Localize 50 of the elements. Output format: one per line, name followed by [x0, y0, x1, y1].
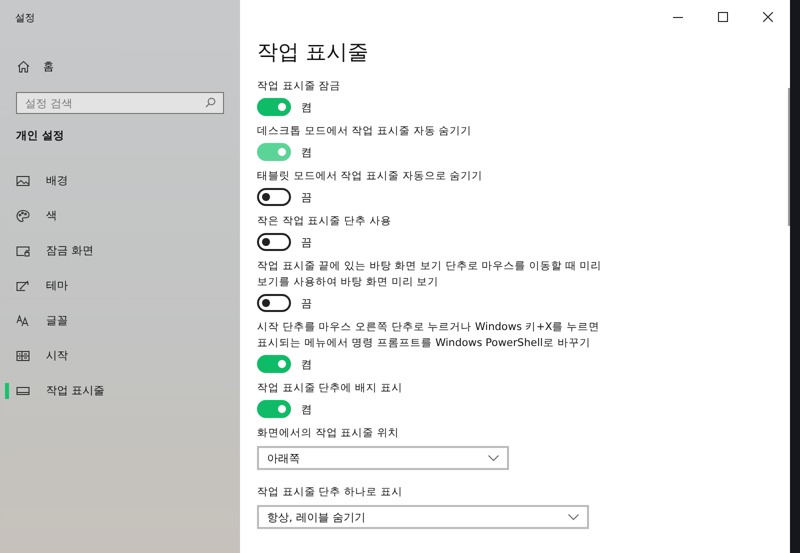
toggle-switch[interactable] — [257, 233, 291, 251]
setting-label: 시작 단추를 마우스 오른쪽 단추로 누르거나 Windows 키+X를 누르면 표시되는 메뉴에서 명령 프롬프트를 Windows PowerShell로 바꾸기 — [257, 320, 601, 351]
setting-label: 화면에서의 작업 표시줄 위치 — [257, 426, 400, 441]
picture-icon — [16, 174, 30, 188]
search-icon — [205, 97, 216, 108]
home-icon — [17, 60, 30, 73]
sidebar-item[interactable]: 색 — [0, 198, 240, 233]
toggle-switch[interactable] — [257, 98, 291, 116]
sidebar-item[interactable]: 테마 — [0, 268, 240, 303]
sidebar-item[interactable]: 글꼴 — [0, 303, 240, 338]
maximize-icon — [718, 12, 728, 22]
sidebar-item[interactable]: 배경 — [0, 163, 240, 198]
home-link[interactable]: 홈 — [17, 59, 54, 74]
setting-label: 작은 작업 표시줄 단추 사용 — [257, 214, 392, 229]
toggle-state: 켬 — [301, 100, 312, 114]
toggle-state: 켬 — [301, 356, 312, 372]
toggle-state: 끔 — [301, 296, 312, 310]
toggle-switch[interactable] — [257, 294, 291, 312]
setting-label: 작업 표시줄 단추에 배지 표시 — [257, 381, 404, 396]
section-heading: 개인 설정 — [16, 128, 65, 143]
toggle-state: 끔 — [301, 190, 312, 204]
close-icon — [762, 12, 772, 22]
theme-brush-icon — [16, 278, 30, 292]
dropdown[interactable]: 항상, 레이블 숨기기 — [257, 505, 589, 529]
sidebar-item[interactable]: 시작 — [0, 338, 240, 373]
setting-label: 작업 표시줄 끝에 있는 바탕 화면 보기 단추로 마우스를 이동할 때 미리 보기를 사용하여 바탕 화면 미리 보기 — [257, 259, 603, 290]
toggle-switch[interactable] — [257, 143, 291, 161]
search-field[interactable]: 설정 검색 — [16, 92, 224, 114]
toggle-switch[interactable] — [257, 355, 291, 373]
minimize-icon — [672, 16, 682, 18]
chevron-down-icon — [568, 514, 579, 520]
palette-icon — [16, 208, 30, 222]
toggle-state: 켬 — [301, 402, 312, 416]
toggle-state: 끔 — [301, 234, 312, 250]
scrollbar-thumb[interactable] — [788, 88, 790, 226]
start-menu-icon — [16, 348, 30, 362]
font-letters-icon — [16, 314, 30, 328]
chevron-down-icon — [488, 455, 499, 461]
sidebar-item[interactable]: 잠금 화면 — [0, 233, 240, 268]
page-title: 작업 표시줄 — [257, 39, 370, 66]
setting-label: 태블릿 모드에서 작업 표시줄 자동으로 숨기기 — [257, 169, 484, 184]
lock-screen-icon — [16, 244, 30, 258]
setting-label: 작업 표시줄 잠금 — [257, 79, 342, 94]
toggle-switch[interactable] — [257, 188, 291, 206]
setting-label: 데스크톱 모드에서 작업 표시줄 자동 숨기기 — [257, 124, 473, 139]
setting-label: 작업 표시줄 단추 하나로 표시 — [257, 485, 404, 500]
dropdown[interactable]: 아래쪽 — [257, 446, 509, 470]
window-title: 설정 — [15, 13, 35, 24]
toggle-switch[interactable] — [257, 400, 291, 418]
toggle-state: 켬 — [301, 144, 312, 160]
